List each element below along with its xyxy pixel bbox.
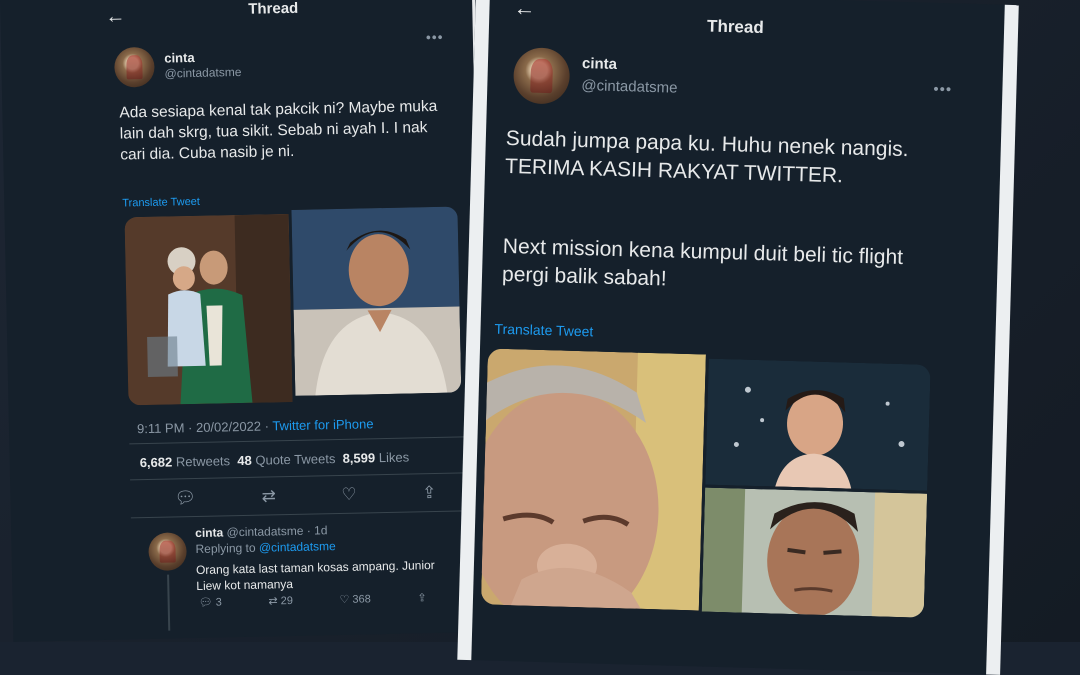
author-handle[interactable]: @cintadatsme [581, 77, 678, 97]
author-name[interactable]: cinta [582, 55, 617, 73]
replying-to-handle[interactable]: @cintadatsme [259, 539, 336, 555]
tweet-meta: 9:11 PM · 20/02/2022 · Twitter for iPhon… [137, 416, 374, 436]
grandmother-crying-photo [480, 348, 706, 611]
avatar[interactable] [512, 47, 571, 105]
back-arrow-icon[interactable]: ← [105, 5, 125, 28]
tweet-stats: 6,682 Retweets 48 Quote Tweets 8,599 Lik… [140, 450, 410, 471]
reply-like[interactable]: ♡ 368 [339, 592, 371, 606]
more-dots-icon[interactable]: ••• [933, 81, 952, 99]
tweet-photo-1[interactable] [124, 214, 293, 406]
heart-icon[interactable]: ♡ [341, 485, 357, 505]
tweet-source-link[interactable]: Twitter for iPhone [272, 416, 373, 433]
tweet-photo-2[interactable] [705, 358, 931, 491]
avatar[interactable] [114, 46, 155, 88]
page-title: Thread [248, 0, 299, 18]
toddler-photo [705, 358, 931, 491]
tweet-text-2: Next mission kena kumpul duit beli tic f… [501, 234, 904, 291]
comment-icon[interactable]: 💬︎ [174, 488, 196, 508]
share-icon[interactable]: ⇪ [417, 591, 426, 604]
back-arrow-icon[interactable]: ← [513, 0, 536, 22]
father-daughter-photo [124, 214, 293, 406]
tweet-text: Sudah jumpa papa ku. Huhu nenek nangis. … [504, 126, 909, 188]
tweet-photo-3[interactable] [701, 487, 928, 618]
divider [130, 510, 466, 519]
tweet-photo-1[interactable] [480, 348, 706, 611]
comment-icon: 💬︎ [198, 596, 213, 609]
retweet-icon[interactable]: ⇄ [261, 486, 276, 506]
tweet-timestamp: 9:11 PM · 20/02/2022 · [136, 418, 273, 437]
retweet-icon: ⇄ [268, 595, 278, 608]
quotes-label[interactable]: Quote Tweets [255, 451, 335, 468]
page-title: Thread [706, 16, 765, 38]
replying-to-prefix: Replying to [195, 540, 260, 557]
like-count[interactable]: 8,599 [342, 450, 375, 466]
more-dots-icon[interactable]: ••• [426, 29, 444, 45]
tweet-text: Ada sesiapa kenal tak pakcik ni? Maybe m… [119, 97, 438, 164]
reply-comment[interactable]: 💬︎ 3 [199, 595, 222, 608]
reply-like-count: 368 [352, 593, 371, 606]
young-man-photo [291, 206, 462, 396]
divider [129, 436, 465, 445]
replying-to: Replying to @cintadatsme [195, 539, 336, 556]
reply-retweet-count: 29 [280, 594, 294, 608]
translate-tweet-link[interactable]: Translate Tweet [122, 196, 200, 210]
right-screenshot: ← Thread cinta @cintadatsme ••• Sudah ju… [457, 0, 1019, 675]
reply-handle-time[interactable]: @cintadatsme · 1d [226, 523, 327, 539]
retweet-count[interactable]: 6,682 [140, 454, 173, 470]
author-handle[interactable]: @cintadatsme [164, 65, 241, 81]
reply-reply-count: 3 [215, 596, 222, 609]
father-photo [701, 487, 928, 618]
translate-tweet-link[interactable]: Translate Tweet [494, 321, 593, 340]
reply-author: cinta @cintadatsme · 1d [195, 523, 328, 540]
heart-icon: ♡ [339, 593, 350, 607]
likes-label[interactable]: Likes [379, 450, 410, 466]
quote-count[interactable]: 48 [237, 453, 252, 468]
reply-actions: 💬︎ 3 ⇄ 29 ♡ 368 ⇪ [199, 591, 427, 609]
divider [130, 472, 466, 481]
tweet-photo-2[interactable] [291, 206, 462, 396]
reply-retweet[interactable]: ⇄ 29 [268, 594, 293, 608]
thread-line [167, 574, 171, 631]
share-icon[interactable]: ⇪ [422, 483, 437, 503]
reply-avatar[interactable] [148, 532, 187, 572]
author-name[interactable]: cinta [164, 50, 195, 66]
tweet-actions: 💬︎ ⇄ ♡ ⇪ [174, 483, 436, 508]
reply-author-name[interactable]: cinta [195, 525, 223, 540]
left-screenshot: ← Thread cinta @cintadatsme ••• Ada sesi… [0, 0, 489, 642]
reply-text: Orang kata last taman kosas ampang. Juni… [195, 558, 435, 594]
retweets-label[interactable]: Retweets [176, 453, 231, 469]
